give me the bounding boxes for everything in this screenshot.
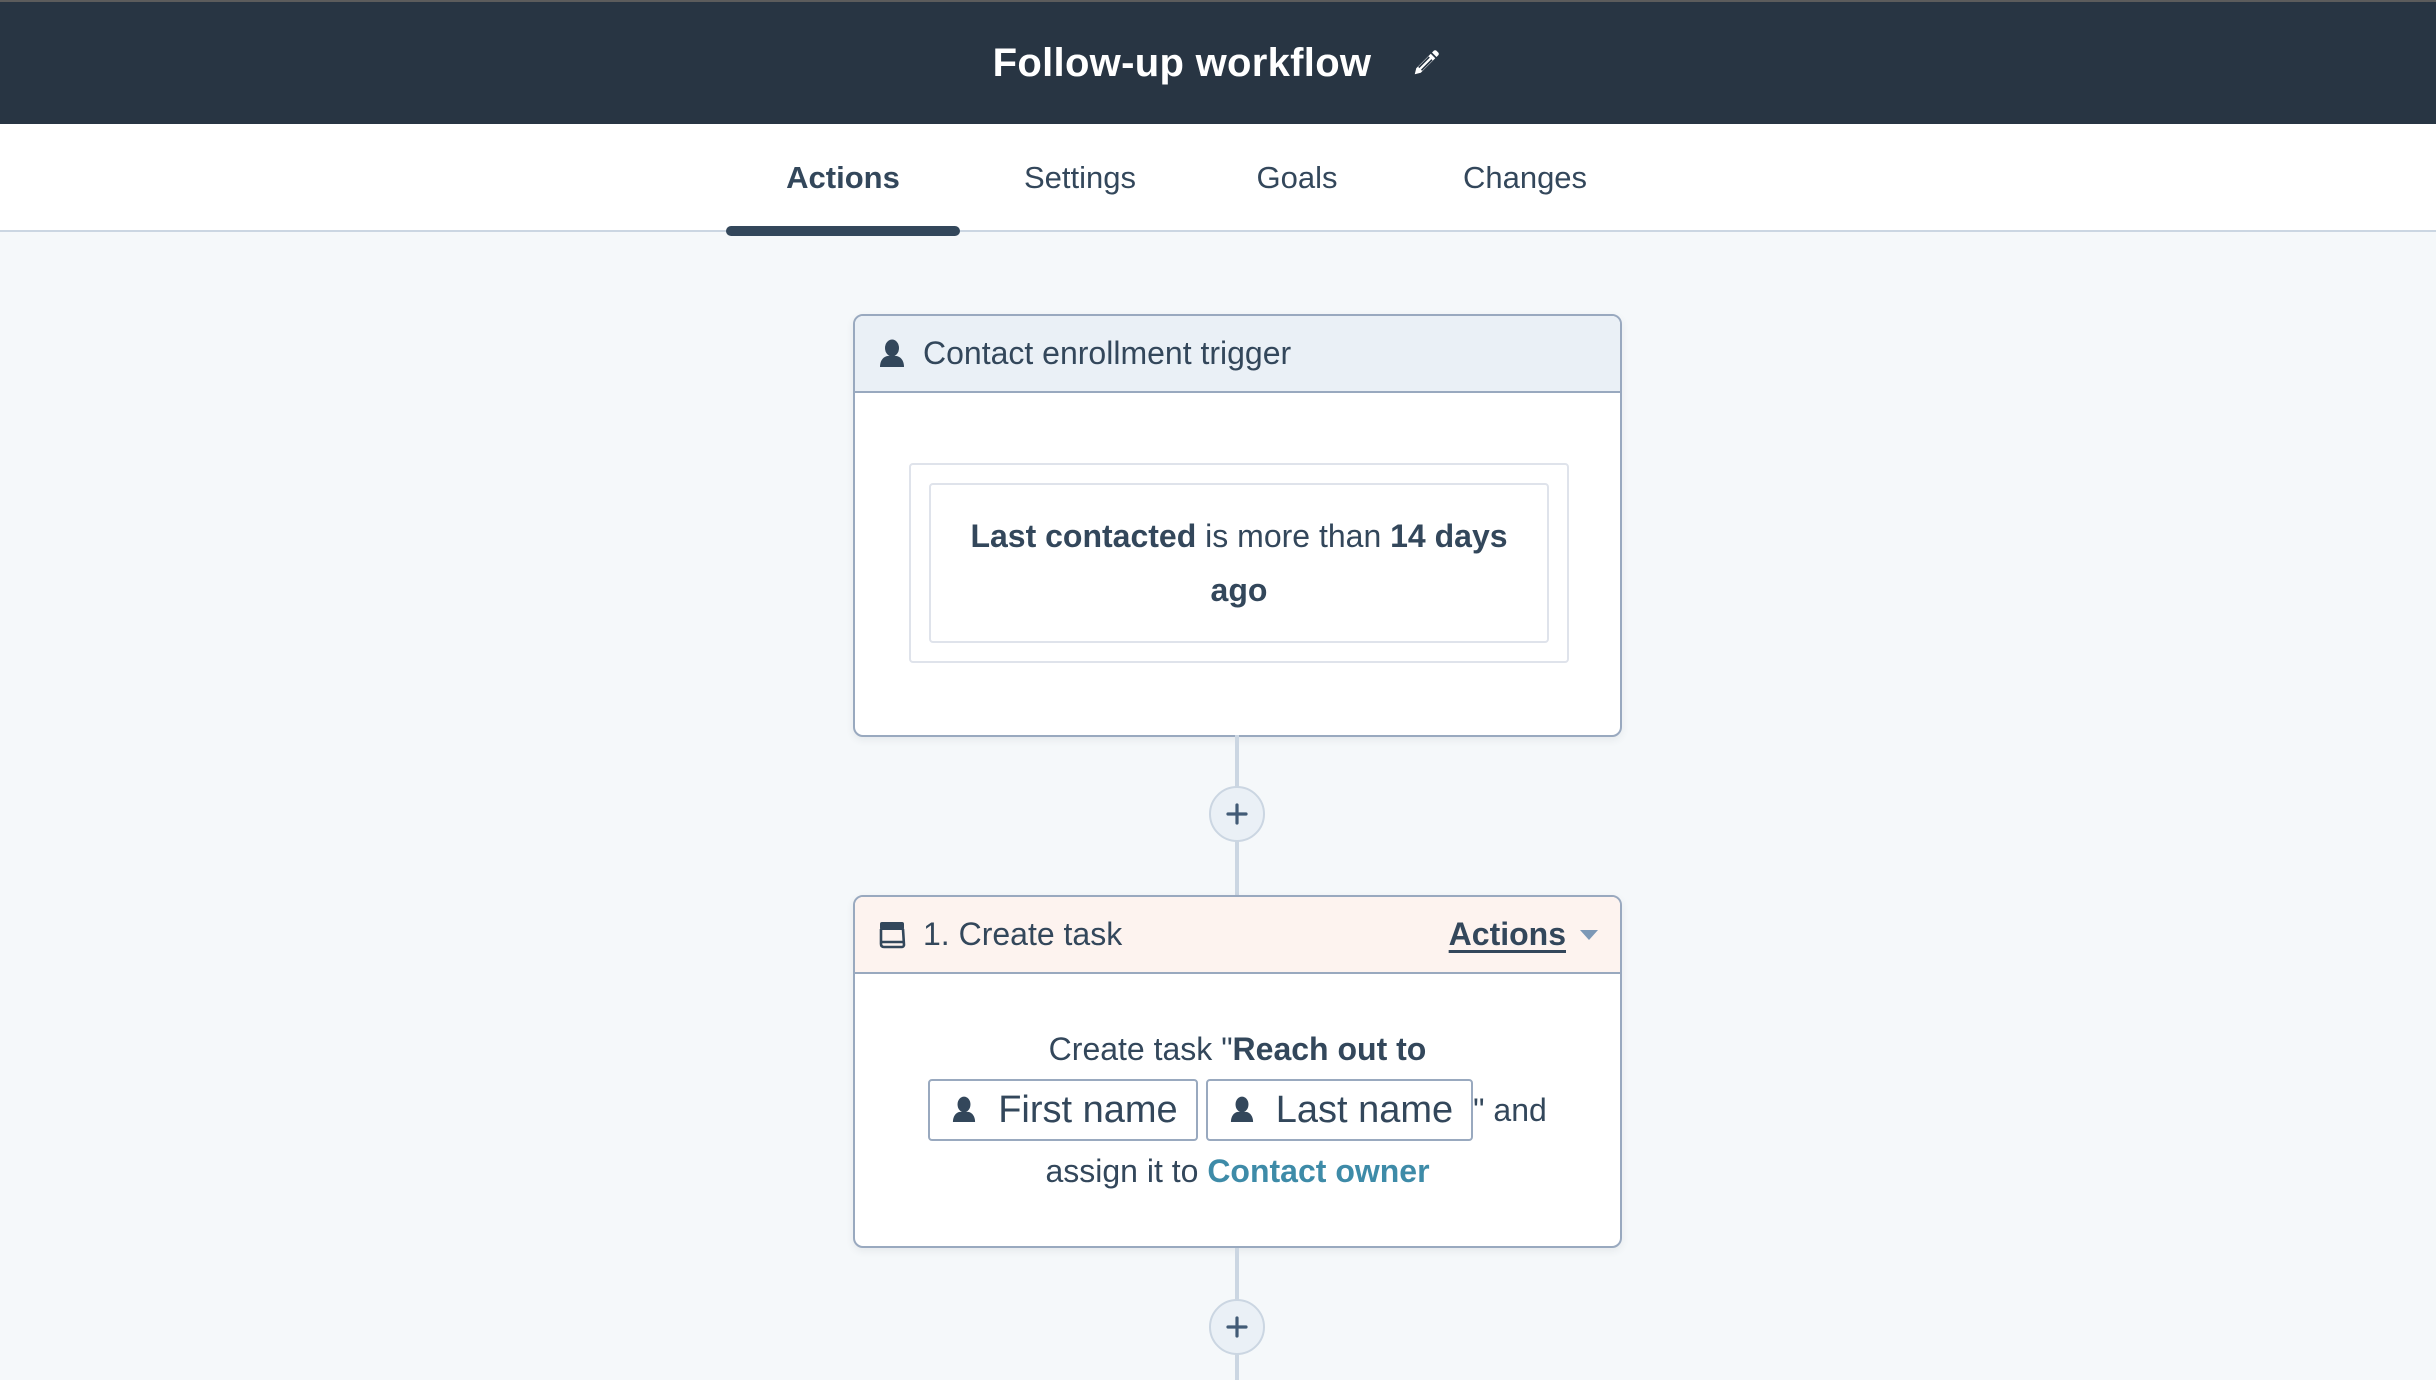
last-name-token[interactable]: Last name: [1205, 1079, 1474, 1141]
tab-label: Goals: [1256, 160, 1338, 195]
first-name-token[interactable]: First name: [928, 1079, 1198, 1141]
trigger-card-body: Last contacted is more than 14 days ago: [855, 393, 1620, 735]
task-description-line-3: assign it to Contact owner: [1045, 1143, 1429, 1199]
contact-icon: [877, 338, 907, 370]
caret-down-icon: [1580, 929, 1598, 940]
plus-icon: [1226, 803, 1248, 825]
tab-actions[interactable]: Actions: [726, 124, 960, 236]
filter-group: Last contacted is more than 14 days ago: [909, 463, 1569, 663]
action-card-header: 1. Create task Actions: [855, 897, 1620, 974]
tab-settings[interactable]: Settings: [960, 124, 1200, 232]
add-action-button[interactable]: [1209, 786, 1265, 842]
filter-operator: is more than: [1196, 518, 1391, 554]
token-label: Last name: [1275, 1089, 1454, 1131]
tab-goals[interactable]: Goals: [1200, 124, 1394, 232]
task-icon: [877, 919, 907, 951]
trigger-card-title: Contact enrollment trigger: [923, 335, 1292, 371]
trigger-card-header: Contact enrollment trigger: [855, 316, 1620, 393]
workflow-canvas: Contact enrollment trigger Last contacte…: [0, 234, 2436, 1380]
assign-prefix: assign it to: [1045, 1153, 1208, 1189]
workflow-title: Follow-up workflow: [992, 40, 1372, 85]
filter-text: Last contacted is more than 14 days ago: [955, 509, 1523, 617]
actions-dropdown-label: Actions: [1448, 916, 1566, 952]
action-card-title: 1. Create task: [923, 916, 1123, 952]
tab-changes[interactable]: Changes: [1394, 124, 1656, 232]
contact-icon: [1230, 1095, 1256, 1125]
tab-label: Actions: [786, 160, 900, 195]
pencil-icon[interactable]: [1409, 46, 1443, 80]
tab-bar: Actions Settings Goals Changes: [0, 124, 2436, 236]
action-card-body: Create task " Reach out to First name La…: [855, 974, 1620, 1246]
task-name: Reach out to: [1232, 1031, 1427, 1067]
filter-property: Last contacted: [970, 518, 1197, 554]
actions-dropdown[interactable]: Actions: [1449, 916, 1598, 953]
tab-label: Settings: [1023, 160, 1136, 195]
add-action-button[interactable]: [1209, 1299, 1265, 1355]
plus-icon: [1226, 1316, 1248, 1338]
contact-owner-link[interactable]: Contact owner: [1207, 1143, 1429, 1199]
token-label: First name: [998, 1089, 1178, 1131]
task-description-line-1: Create task " Reach out to: [1049, 1021, 1427, 1077]
task-prefix: Create task ": [1048, 1031, 1233, 1067]
task-description-line-2: First name Last name " and: [928, 1077, 1547, 1143]
enrollment-trigger-card[interactable]: Contact enrollment trigger Last contacte…: [853, 314, 1622, 737]
tab-label: Changes: [1462, 160, 1588, 195]
create-task-action-card[interactable]: 1. Create task Actions Create task " Reac…: [853, 895, 1622, 1248]
contact-icon: [952, 1095, 978, 1125]
workflow-header: Follow-up workflow: [0, 2, 2436, 124]
task-suffix: " and: [1473, 1092, 1547, 1128]
filter-criteria[interactable]: Last contacted is more than 14 days ago: [929, 483, 1549, 643]
